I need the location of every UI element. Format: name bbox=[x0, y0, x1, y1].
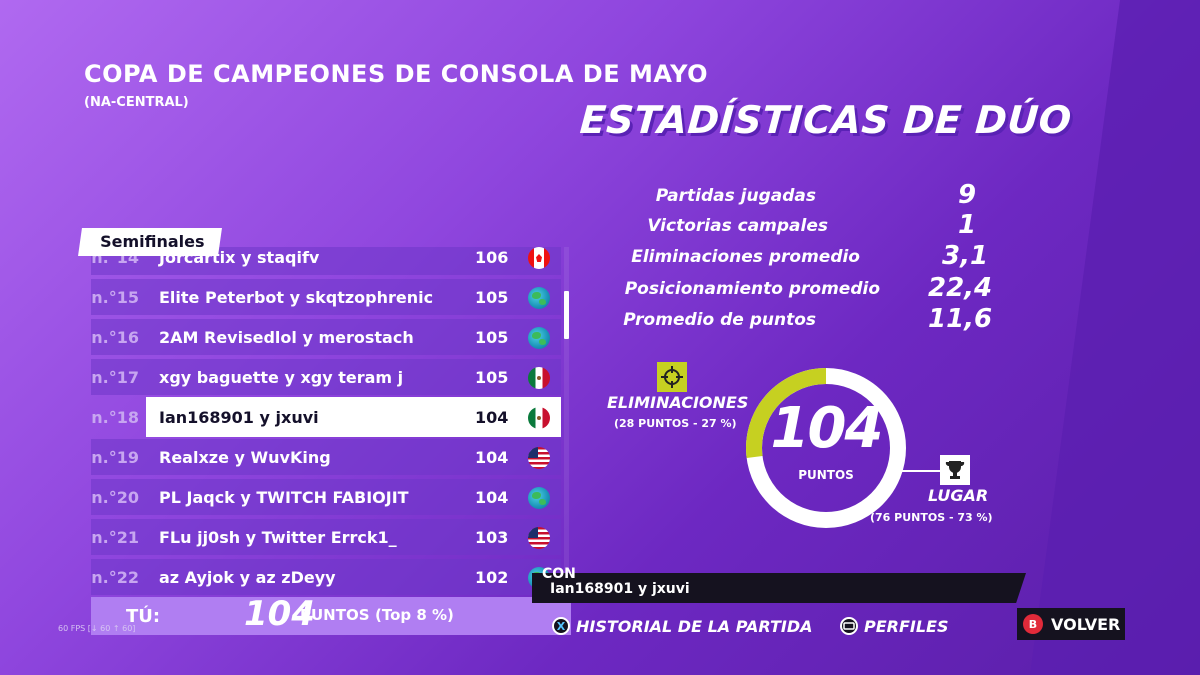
stat-label: Eliminaciones promedio bbox=[631, 247, 860, 267]
crosshair-icon bbox=[657, 362, 687, 392]
tab-label: Semifinales bbox=[100, 232, 205, 251]
table-row[interactable]: n.°21 FLu jj0sh y Twitter Errck1_ 103 bbox=[91, 519, 561, 555]
back-label: VOLVER bbox=[1051, 614, 1121, 634]
team-names: FLu jj0sh y Twitter Errck1_ bbox=[159, 528, 397, 547]
circle-button-icon: B bbox=[1023, 614, 1043, 634]
team-score: 105 bbox=[475, 328, 509, 347]
team-names: Ian168901 y jxuvi bbox=[159, 408, 319, 427]
team-names: 2AM Revisedlol y merostach bbox=[159, 328, 414, 347]
team-score: 104 bbox=[475, 408, 509, 427]
team-score: 102 bbox=[475, 568, 509, 587]
mexico-flag-icon bbox=[528, 367, 550, 389]
cross-button-icon: X bbox=[552, 617, 570, 635]
team-score: 106 bbox=[475, 248, 509, 267]
profiles-label: PERFILES bbox=[864, 616, 949, 636]
partner-value: Ian168901 y jxuvi bbox=[550, 581, 690, 597]
match-history-button[interactable]: X HISTORIAL DE LA PARTIDA bbox=[552, 614, 813, 638]
canada-flag-icon bbox=[528, 247, 550, 269]
stat-label: Victorias campales bbox=[647, 216, 828, 236]
eliminations-detail: (28 PUNTOS - 27 %) bbox=[614, 417, 737, 430]
partner-label: CON bbox=[542, 566, 576, 582]
placement-connector bbox=[892, 462, 944, 472]
mexico-flag-icon bbox=[528, 407, 550, 429]
team-score: 105 bbox=[475, 288, 509, 307]
stat-value: 9 bbox=[958, 180, 977, 210]
table-row-selected[interactable]: n.°18 Ian168901 y jxuvi 104 bbox=[91, 397, 561, 437]
leaderboard-list: n.°14 Jorcartix y staqifv 106 n.°15 Elit… bbox=[91, 247, 571, 597]
stat-label: Posicionamiento promedio bbox=[624, 279, 880, 299]
rank: n.°18 bbox=[91, 408, 139, 427]
table-row[interactable]: n.°15 Elite Peterbot y skqtzophrenic 105 bbox=[91, 279, 561, 315]
your-score-unit: PUNTOS bbox=[300, 606, 370, 624]
stat-label: Promedio de puntos bbox=[623, 310, 816, 330]
stat-row: Promedio de puntos bbox=[556, 310, 816, 338]
globe-icon bbox=[528, 287, 550, 309]
rank: n.°19 bbox=[91, 448, 139, 467]
back-button[interactable]: B VOLVER bbox=[1017, 608, 1125, 640]
placement-detail: (76 PUNTOS - 73 %) bbox=[870, 511, 993, 524]
globe-icon bbox=[528, 327, 550, 349]
rank: n.°20 bbox=[91, 488, 139, 507]
page-title: COPA DE CAMPEONES DE CONSOLA DE MAYO bbox=[84, 60, 709, 88]
fps-counter: 60 FPS [↓ 60 ↑ 60] bbox=[58, 624, 136, 633]
profiles-button[interactable]: PERFILES bbox=[840, 614, 949, 638]
stat-value: 11,6 bbox=[928, 304, 993, 334]
your-score-rank: (Top 8 %) bbox=[375, 606, 454, 624]
tab-semifinales[interactable]: Semifinales bbox=[78, 228, 222, 256]
table-row[interactable]: n.°20 PL Jaqck y TWITCH FABIOJIT 104 bbox=[91, 479, 561, 515]
table-row[interactable]: n.°22 az Ayjok y az zDeyy 102 bbox=[91, 559, 561, 595]
ring-total-value: 104 bbox=[770, 396, 884, 461]
table-row[interactable]: n.°16 2AM Revisedlol y merostach 105 bbox=[91, 319, 561, 355]
placement-label: LUGAR bbox=[928, 486, 989, 505]
region-label: (NA-CENTRAL) bbox=[84, 95, 189, 110]
team-names: az Ayjok y az zDeyy bbox=[159, 568, 336, 587]
stat-row: Partidas jugadas bbox=[556, 186, 816, 214]
stat-row: Eliminaciones promedio bbox=[600, 247, 860, 275]
team-score: 105 bbox=[475, 368, 509, 387]
stat-value: 3,1 bbox=[942, 241, 989, 271]
team-names: Elite Peterbot y skqtzophrenic bbox=[159, 288, 434, 307]
touchpad-button-icon bbox=[840, 617, 858, 635]
usa-flag-icon bbox=[528, 447, 550, 469]
stat-value: 1 bbox=[958, 210, 977, 240]
team-score: 103 bbox=[475, 528, 509, 547]
stat-row: Victorias campales bbox=[568, 216, 828, 244]
table-row[interactable]: n.°17 xgy baguette y xgy teram j 105 bbox=[91, 359, 561, 395]
rank: n.°15 bbox=[91, 288, 139, 307]
section-title: ESTADÍSTICAS DE DÚO bbox=[578, 98, 1074, 142]
ring-total-unit: PUNTOS bbox=[798, 468, 854, 482]
rank: n.°22 bbox=[91, 568, 139, 587]
rank: n.°17 bbox=[91, 368, 139, 387]
usa-flag-icon bbox=[528, 527, 550, 549]
team-names: PL Jaqck y TWITCH FABIOJIT bbox=[159, 488, 409, 507]
team-names: xgy baguette y xgy teram j bbox=[159, 368, 404, 387]
team-score: 104 bbox=[475, 448, 509, 467]
table-row[interactable]: n.°19 Realxze y WuvKing 104 bbox=[91, 439, 561, 475]
eliminations-label: ELIMINACIONES bbox=[607, 393, 749, 412]
globe-icon bbox=[528, 487, 550, 509]
rank: n.°16 bbox=[91, 328, 139, 347]
stat-label: Partidas jugadas bbox=[655, 186, 816, 206]
team-score: 104 bbox=[475, 488, 509, 507]
match-history-label: HISTORIAL DE LA PARTIDA bbox=[576, 616, 813, 636]
rank: n.°21 bbox=[91, 528, 139, 547]
trophy-icon bbox=[940, 455, 970, 485]
stat-value: 22,4 bbox=[928, 273, 993, 303]
team-names: Realxze y WuvKing bbox=[159, 448, 331, 467]
stat-row: Posicionamiento promedio bbox=[620, 279, 880, 307]
